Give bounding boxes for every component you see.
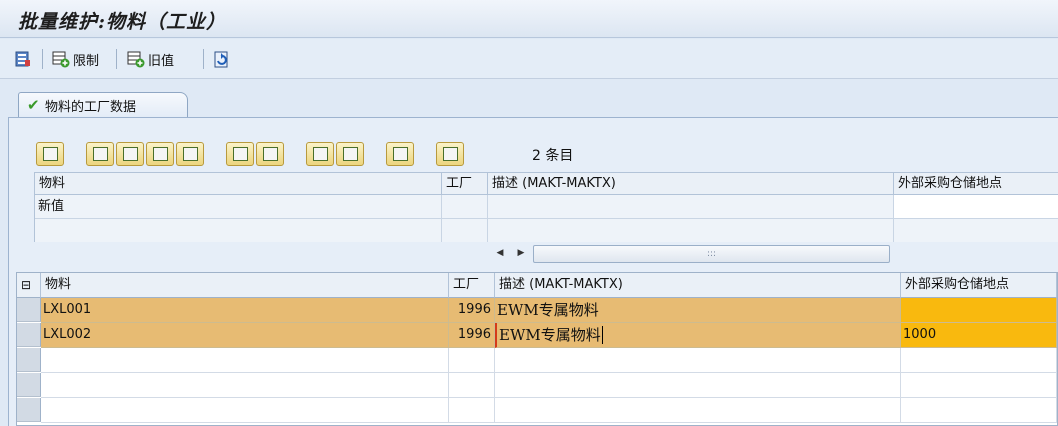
undo-icon — [263, 147, 278, 161]
sort-ascending-button[interactable] — [306, 142, 334, 166]
column-header-storage-location[interactable]: 外部采购仓储地点 — [901, 273, 1057, 298]
insert-row-icon — [153, 147, 168, 161]
plant-cell[interactable]: 1996 — [449, 298, 495, 323]
select-all-button[interactable] — [86, 142, 114, 166]
empty-cell[interactable] — [495, 348, 901, 373]
new-value-label: 新值 — [35, 195, 442, 219]
restrict-label: 限制 — [73, 53, 100, 69]
filter-button[interactable] — [176, 142, 204, 166]
column-config-icon — [233, 147, 248, 161]
filter-icon — [183, 147, 198, 161]
empty-cell — [894, 219, 1058, 243]
sum-button[interactable] — [386, 142, 414, 166]
row-selector[interactable] — [17, 348, 41, 372]
scroll-right-icon[interactable]: ▶ — [514, 245, 528, 261]
restrict-button[interactable]: 限制 — [52, 47, 99, 71]
description-text: EWM专属物料 — [499, 326, 601, 344]
print-button[interactable] — [436, 142, 464, 166]
new-value-description-cell — [488, 195, 894, 219]
empty-cell — [35, 219, 442, 243]
column-header-plant[interactable]: 工厂 — [449, 273, 495, 298]
title-bar: 批量维护:物料（工业） — [0, 0, 1058, 38]
empty-cell[interactable] — [41, 348, 449, 373]
empty-cell[interactable] — [901, 348, 1057, 373]
empty-cell[interactable] — [901, 373, 1057, 398]
horizontal-scrollbar[interactable]: ◀ ▶ ::: — [34, 242, 1058, 266]
empty-cell[interactable] — [41, 373, 449, 398]
row-selector[interactable] — [17, 323, 41, 347]
deselect-button[interactable] — [116, 142, 144, 166]
entry-count: 2 条目 — [532, 148, 574, 164]
empty-cell — [442, 219, 488, 243]
new-value-storage-location-input[interactable] — [894, 195, 1058, 219]
new-value-plant-cell — [442, 195, 488, 219]
old-value-button[interactable]: 旧值 — [127, 47, 174, 71]
select-all-rows-button[interactable]: ⊟ — [17, 273, 41, 298]
sort-asc-icon — [313, 147, 328, 161]
refresh-button[interactable] — [212, 47, 230, 71]
empty-cell[interactable] — [495, 398, 901, 423]
empty-cell[interactable] — [449, 348, 495, 373]
row-selector[interactable] — [17, 373, 41, 397]
text-cursor: ​ — [601, 326, 603, 344]
column-header-storage-location[interactable]: 外部采购仓储地点 — [894, 173, 1058, 195]
window-title: 批量维护:物料（工业） — [18, 11, 227, 33]
old-value-label: 旧值 — [148, 53, 175, 69]
grid-settings-button[interactable] — [14, 47, 32, 71]
restrict-icon — [52, 50, 70, 68]
description-cell[interactable]: EWM专属物料 — [495, 298, 901, 323]
empty-cell[interactable] — [901, 398, 1057, 423]
column-header-description[interactable]: 描述 (MAKT-MAKTX) — [488, 173, 894, 195]
column-config-button[interactable] — [226, 142, 254, 166]
empty-cell[interactable] — [41, 398, 449, 423]
empty-cell[interactable] — [449, 398, 495, 423]
scroll-left-icon[interactable]: ◀ — [493, 245, 507, 261]
column-select-icon: ⊟ — [21, 278, 32, 292]
description-cell[interactable]: EWM专属物料​ — [495, 323, 901, 348]
empty-cell[interactable] — [449, 373, 495, 398]
deselect-icon — [123, 147, 138, 161]
column-header-description[interactable]: 描述 (MAKT-MAKTX) — [495, 273, 901, 298]
tab-label: 物料的工厂数据 — [45, 99, 137, 115]
layout-button[interactable] — [36, 142, 64, 166]
storage-location-cell[interactable] — [901, 298, 1057, 323]
print-icon — [443, 147, 458, 161]
select-all-icon — [93, 147, 108, 161]
new-values-grid: 物料 工厂 描述 (MAKT-MAKTX) 外部采购仓储地点 新值 — [34, 172, 1058, 243]
application-toolbar: 限制 旧值 — [0, 39, 1058, 79]
column-header-plant[interactable]: 工厂 — [442, 173, 488, 195]
sum-icon — [393, 147, 408, 161]
storage-location-cell[interactable]: 1000 — [901, 323, 1057, 348]
material-data-grid: ⊟ 物料 工厂 描述 (MAKT-MAKTX) 外部采购仓储地点 LXL001 … — [16, 272, 1058, 426]
old-value-icon — [127, 50, 145, 68]
empty-cell — [488, 219, 894, 243]
tab-strip: ✔ 物料的工厂数据 — [0, 80, 1058, 117]
undo-button[interactable] — [256, 142, 284, 166]
row-selector[interactable] — [17, 398, 41, 422]
empty-cell[interactable] — [495, 373, 901, 398]
material-cell[interactable]: LXL001 — [41, 298, 449, 323]
insert-row-button[interactable] — [146, 142, 174, 166]
column-header-material[interactable]: 物料 — [35, 173, 442, 195]
scroll-thumb[interactable]: ::: — [533, 245, 890, 263]
row-selector[interactable] — [17, 298, 41, 322]
refresh-icon — [212, 50, 230, 68]
material-cell[interactable]: LXL002 — [41, 323, 449, 348]
grid-settings-icon — [14, 50, 32, 68]
sort-descending-button[interactable] — [336, 142, 364, 166]
column-header-material[interactable]: 物料 — [41, 273, 449, 298]
sort-desc-icon — [343, 147, 358, 161]
plant-cell[interactable]: 1996 — [449, 323, 495, 348]
checkmark-icon: ✔ — [27, 96, 40, 114]
layout-icon — [43, 147, 58, 161]
tab-plant-data[interactable]: ✔ 物料的工厂数据 — [18, 92, 188, 117]
